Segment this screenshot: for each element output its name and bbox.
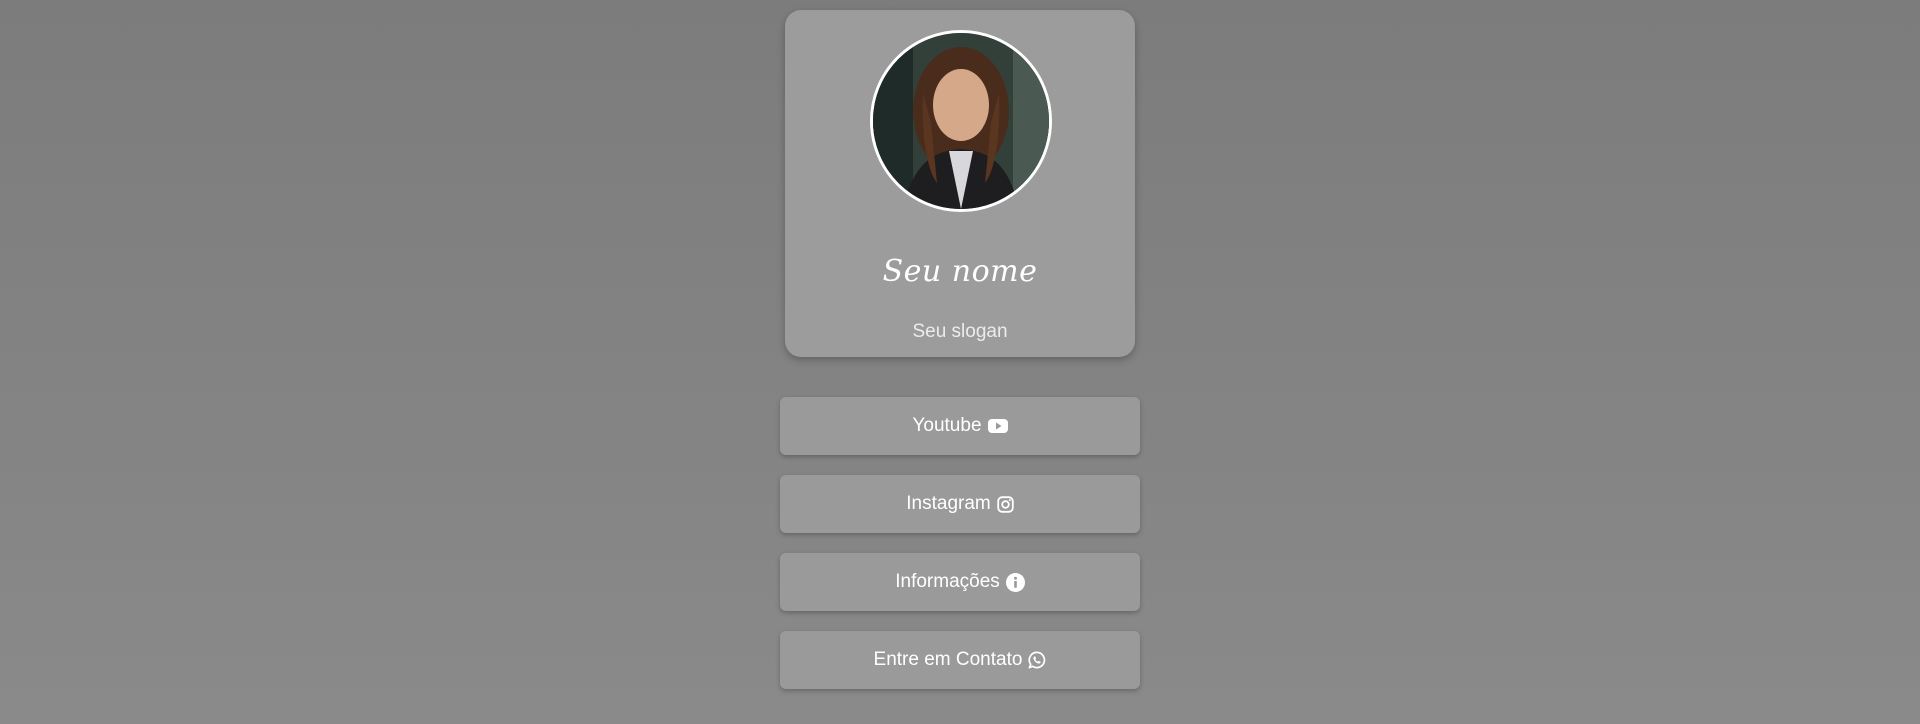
profile-name: Seu nome (882, 254, 1038, 289)
avatar (870, 30, 1052, 212)
profile-card: Seu nome Seu slogan (785, 10, 1135, 357)
info-label: Informações (895, 571, 1000, 592)
youtube-label: Youtube (912, 415, 982, 436)
info-button[interactable]: Informações (780, 553, 1140, 611)
instagram-button[interactable]: Instagram (780, 475, 1140, 533)
instagram-label: Instagram (906, 493, 991, 514)
profile-slogan: Seu slogan (912, 321, 1008, 342)
instagram-icon (997, 495, 1014, 513)
info-circle-icon (1005, 572, 1025, 592)
youtube-button[interactable]: Youtube (780, 397, 1140, 455)
youtube-icon (987, 418, 1008, 434)
contact-label: Entre em Contato (873, 649, 1023, 670)
contact-button[interactable]: Entre em Contato (780, 631, 1140, 689)
whatsapp-icon (1028, 651, 1046, 669)
